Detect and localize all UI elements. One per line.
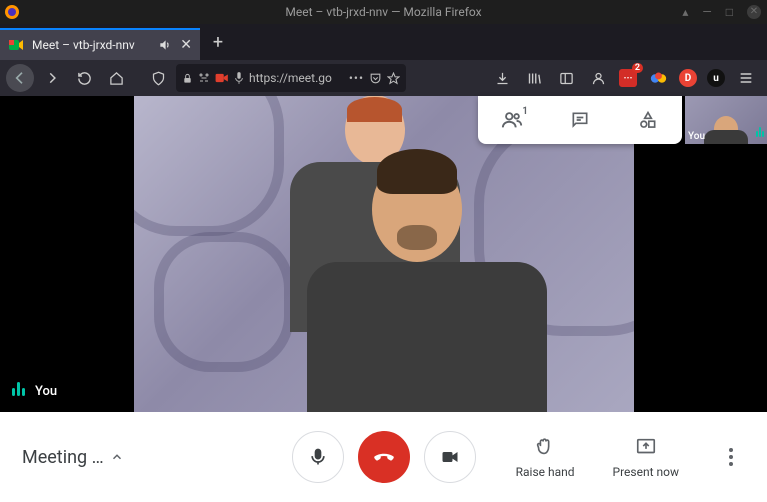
- new-tab-button[interactable]: +: [200, 24, 236, 60]
- extension-lastpass-glyph: ···: [623, 73, 632, 84]
- reload-button[interactable]: [70, 64, 98, 92]
- camera-indicator-icon[interactable]: [215, 72, 229, 84]
- self-video-tile[interactable]: You: [685, 96, 767, 144]
- url-toolbar: https://meet.go ••• ··· 2 D: [0, 60, 767, 96]
- activities-button[interactable]: [614, 96, 682, 144]
- foreground-figure: [307, 157, 527, 412]
- present-now-label: Present now: [613, 465, 679, 479]
- lock-icon: [182, 73, 193, 84]
- home-button[interactable]: [102, 64, 130, 92]
- leave-call-button[interactable]: [358, 431, 410, 483]
- tab-audio-icon[interactable]: [158, 38, 172, 52]
- window-maximize-icon[interactable]: □: [726, 6, 733, 18]
- window-close-icon[interactable]: ✕: [747, 5, 761, 19]
- toolbar-right: ··· 2 D u: [491, 67, 761, 89]
- tab-close-icon[interactable]: ✕: [180, 37, 192, 53]
- microphone-toggle-button[interactable]: [292, 431, 344, 483]
- main-video-name: You: [35, 384, 57, 399]
- people-button[interactable]: 1: [478, 96, 546, 144]
- browser-tab[interactable]: Meet – vtb-jrxd-nnv ✕: [0, 28, 200, 60]
- os-titlebar: Meet – vtb-jrxd-nnv — Mozilla Firefox ▴ …: [0, 0, 767, 24]
- back-button[interactable]: [6, 64, 34, 92]
- extension-u-label: u: [713, 73, 719, 84]
- url-field[interactable]: https://meet.go •••: [176, 64, 406, 92]
- extension-u[interactable]: u: [707, 69, 725, 87]
- window-minimize-icon[interactable]: —: [702, 6, 711, 18]
- forward-button[interactable]: [38, 64, 66, 92]
- raise-hand-label: Raise hand: [516, 465, 575, 479]
- library-icon[interactable]: [523, 67, 545, 89]
- extension-d[interactable]: D: [679, 69, 697, 87]
- tab-title: Meet – vtb-jrxd-nnv: [32, 38, 150, 52]
- extension-d-label: D: [685, 73, 692, 84]
- tab-strip: Meet – vtb-jrxd-nnv ✕ +: [0, 24, 767, 60]
- right-controls: Raise hand Present now: [516, 435, 745, 479]
- downloads-icon[interactable]: [491, 67, 513, 89]
- window-title: Meet – vtb-jrxd-nnv — Mozilla Firefox: [285, 5, 481, 19]
- present-now-icon: [635, 435, 657, 459]
- url-text: https://meet.go: [249, 71, 344, 85]
- microphone-indicator-icon[interactable]: [234, 72, 244, 84]
- more-options-button[interactable]: [717, 448, 745, 466]
- meet-top-toolbar: 1: [478, 96, 682, 144]
- chat-button[interactable]: [546, 96, 614, 144]
- shield-icon[interactable]: [144, 64, 172, 92]
- meet-control-bar: Meeting … Raise hand Present now: [0, 412, 767, 502]
- meet-viewport: You 1 You: [0, 96, 767, 412]
- app-menu-icon[interactable]: [735, 67, 757, 89]
- extension-badge: 2: [632, 63, 643, 73]
- raise-hand-icon: [534, 435, 556, 459]
- meeting-details-button[interactable]: Meeting …: [22, 447, 124, 468]
- extension-colorful[interactable]: [647, 67, 669, 89]
- pocket-icon[interactable]: [369, 72, 382, 85]
- window-ontop-icon[interactable]: ▴: [682, 6, 688, 18]
- present-now-button[interactable]: Present now: [613, 435, 679, 479]
- account-icon[interactable]: [587, 67, 609, 89]
- bookmark-star-icon[interactable]: [387, 72, 400, 85]
- self-speaking-indicator-icon: [755, 122, 764, 141]
- center-controls: [292, 431, 476, 483]
- sidebar-icon[interactable]: [555, 67, 577, 89]
- permissions-icon[interactable]: [198, 72, 210, 84]
- camera-toggle-button[interactable]: [424, 431, 476, 483]
- raise-hand-button[interactable]: Raise hand: [516, 435, 575, 479]
- speaking-indicator-icon: [12, 382, 27, 400]
- people-count: 1: [522, 106, 528, 117]
- main-video-label: You: [12, 382, 57, 400]
- page-action-overflow-icon[interactable]: •••: [349, 71, 364, 85]
- meeting-details-label: Meeting …: [22, 447, 104, 468]
- firefox-icon: [4, 4, 20, 20]
- google-meet-icon: [8, 37, 24, 53]
- self-tile-label: You: [688, 131, 705, 142]
- chevron-up-icon: [110, 450, 124, 464]
- extension-lastpass[interactable]: ··· 2: [619, 69, 637, 87]
- window-controls: ▴ — □ ✕: [682, 5, 761, 19]
